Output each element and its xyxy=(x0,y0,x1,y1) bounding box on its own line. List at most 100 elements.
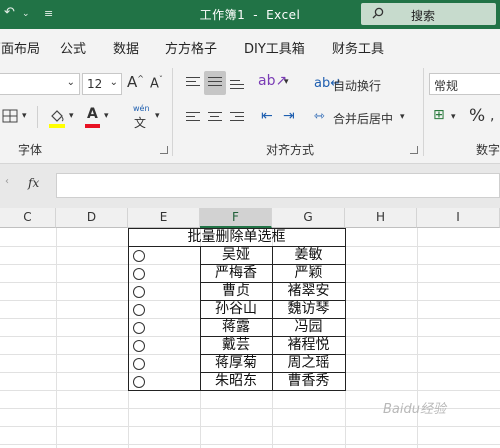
table-cell-name-f[interactable]: 朱昭东 xyxy=(200,372,272,390)
font-name-dropdown[interactable]: ⌄ xyxy=(0,73,80,95)
radio-button[interactable] xyxy=(133,376,145,388)
table-cell-name-f[interactable]: 孙谷山 xyxy=(200,300,272,318)
formula-bar: ‹ fx xyxy=(0,164,500,208)
search-box[interactable]: 搜索 xyxy=(361,3,496,25)
orientation-icon[interactable]: ab↗ xyxy=(258,73,287,89)
orientation-dropdown-icon[interactable]: ▾ xyxy=(284,77,289,87)
tab-fangfang[interactable]: 方方格子 xyxy=(165,38,217,57)
group-alignment-label: 对齐方式 xyxy=(266,143,315,157)
tab-page-layout[interactable]: 页面布局 xyxy=(0,38,40,57)
align-left-icon[interactable] xyxy=(186,112,200,124)
align-center-icon[interactable] xyxy=(208,112,222,124)
workbook-name: 工作簿1 xyxy=(199,8,246,22)
bottom-align-icon[interactable] xyxy=(230,80,244,92)
table-border-line xyxy=(128,228,346,229)
radio-button[interactable] xyxy=(133,268,145,280)
merge-center-icon[interactable]: ⇿ xyxy=(314,109,325,124)
decrease-indent-icon[interactable]: ⇤ xyxy=(261,108,273,124)
tab-formulas[interactable]: 公式 xyxy=(60,38,86,57)
table-cell-name-f[interactable]: 戴芸 xyxy=(200,336,272,354)
table-cell-name-g[interactable]: 严颖 xyxy=(272,264,345,282)
column-header-e[interactable]: E xyxy=(128,208,200,228)
chevron-down-icon: ⌄ xyxy=(109,77,118,88)
borders-icon[interactable] xyxy=(2,109,18,123)
tab-finance-tools[interactable]: 财务工具 xyxy=(332,38,384,57)
radio-button[interactable] xyxy=(133,322,145,334)
table-cell-name-f[interactable]: 曹贞 xyxy=(200,282,272,300)
font-color-swatch xyxy=(85,124,100,128)
radio-button[interactable] xyxy=(133,340,145,352)
phonetic-label: wén xyxy=(133,104,150,113)
ribbon: ⌄ 12 ⌄ A^ Aˇ ▾ ▾ A ▾ wén 文 ▾ 字体 ab↗ ▾ ⇤ … xyxy=(0,62,500,164)
radio-button[interactable] xyxy=(133,250,145,262)
table-border-line xyxy=(272,246,273,390)
group-separator xyxy=(423,68,424,156)
table-cell-name-f[interactable]: 吴娅 xyxy=(200,246,272,264)
font-color-dropdown-icon[interactable]: ▾ xyxy=(104,111,109,121)
table-border-line xyxy=(128,246,346,247)
phonetic-guide-button[interactable]: wén 文 xyxy=(130,104,152,130)
phonetic-char: 文 xyxy=(134,116,147,130)
table-border-line xyxy=(200,246,201,390)
accounting-format-icon[interactable]: ⊞ xyxy=(433,107,445,123)
table-cell-name-g[interactable]: 曹香秀 xyxy=(272,372,345,390)
tab-diy-toolbox[interactable]: DIY工具箱 xyxy=(244,38,305,57)
fx-icon[interactable]: fx xyxy=(28,176,39,190)
column-header-h[interactable]: H xyxy=(345,208,417,228)
table-cell-name-f[interactable]: 严梅香 xyxy=(200,264,272,282)
top-align-icon[interactable] xyxy=(186,77,200,89)
table-cell-name-f[interactable]: 蒋厚菊 xyxy=(200,354,272,372)
table-border-line xyxy=(345,228,346,391)
font-size-value: 12 xyxy=(87,77,103,91)
title-bar: ↶ ⌄ ≡ 工作簿1- Excel 搜索 xyxy=(0,0,500,29)
number-format-dropdown[interactable]: 常规 xyxy=(429,73,500,95)
fill-color-icon[interactable] xyxy=(48,107,66,129)
chevron-left-icon: ‹ xyxy=(5,176,9,187)
group-number-label: 数字 xyxy=(476,143,500,157)
fill-color-dropdown-icon[interactable]: ▾ xyxy=(69,111,74,121)
ribbon-tabs: 页面布局 公式 数据 方方格子 DIY工具箱 财务工具 xyxy=(0,29,500,62)
comma-style-icon[interactable]: , xyxy=(490,108,494,124)
table-title[interactable]: 批量删除单选框 xyxy=(128,228,345,246)
align-right-icon[interactable] xyxy=(230,112,244,124)
phonetic-dropdown-icon[interactable]: ▾ xyxy=(155,111,160,121)
tab-data[interactable]: 数据 xyxy=(113,38,139,57)
column-header-i[interactable]: I xyxy=(417,208,500,228)
table-cell-name-g[interactable]: 周之瑶 xyxy=(272,354,345,372)
alignment-dialog-launcher[interactable] xyxy=(410,146,418,154)
radio-button[interactable] xyxy=(133,286,145,298)
table-cell-name-f[interactable]: 蒋露 xyxy=(200,318,272,336)
radio-button[interactable] xyxy=(133,358,145,370)
merge-dropdown-icon[interactable]: ▾ xyxy=(400,112,405,122)
middle-align-icon[interactable] xyxy=(208,77,222,89)
column-header-d[interactable]: D xyxy=(56,208,128,228)
table-border-line xyxy=(200,300,346,301)
table-cell-name-g[interactable]: 姜敏 xyxy=(272,246,345,264)
font-color-icon[interactable]: A xyxy=(87,106,98,122)
decrease-font-button[interactable]: Aˇ xyxy=(150,75,163,91)
number-format-value: 常规 xyxy=(434,79,459,93)
percent-button[interactable]: % xyxy=(469,106,485,126)
table-cell-name-g[interactable]: 褚翠安 xyxy=(272,282,345,300)
borders-dropdown-icon[interactable]: ▾ xyxy=(22,111,27,121)
table-border-line xyxy=(128,228,129,391)
formula-input[interactable] xyxy=(56,173,500,198)
table-cell-name-g[interactable]: 冯园 xyxy=(272,318,345,336)
divider xyxy=(37,106,38,128)
increase-indent-icon[interactable]: ⇥ xyxy=(283,108,295,124)
table-border-line xyxy=(200,336,346,337)
font-dialog-launcher[interactable] xyxy=(160,146,168,154)
increase-font-button[interactable]: A^ xyxy=(127,73,144,91)
column-header-f[interactable]: F xyxy=(200,208,272,228)
table-cell-name-g[interactable]: 褚程悦 xyxy=(272,336,345,354)
column-header-g[interactable]: G xyxy=(272,208,345,228)
radio-button[interactable] xyxy=(133,304,145,316)
column-header-c[interactable]: C xyxy=(0,208,56,228)
table-border-line xyxy=(200,264,346,265)
table-border-line xyxy=(200,372,346,373)
table-cell-name-g[interactable]: 魏访琴 xyxy=(272,300,345,318)
accounting-dropdown-icon[interactable]: ▾ xyxy=(451,112,456,122)
font-size-dropdown[interactable]: 12 ⌄ xyxy=(82,73,122,95)
merge-center-label[interactable]: 合并后居中 xyxy=(333,110,393,127)
wrap-text-label[interactable]: 自动换行 xyxy=(333,77,381,94)
